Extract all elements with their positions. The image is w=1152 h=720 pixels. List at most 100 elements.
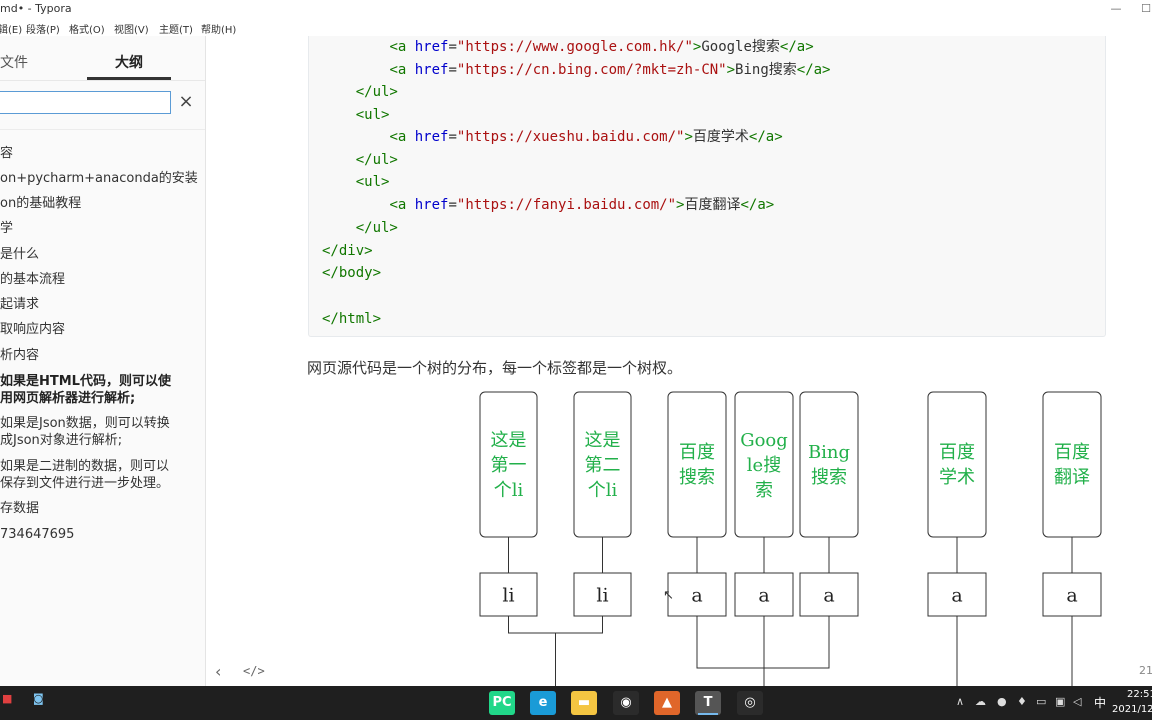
outline-item[interactable]: 容 (0, 145, 13, 162)
text-node-label: 学术 (939, 467, 975, 488)
battery-icon[interactable]: ▭ (1036, 695, 1046, 708)
outline-item[interactable]: 用网页解析器进行解析; (0, 390, 135, 407)
outline-item[interactable]: on+pycharm+anaconda的安装 (0, 170, 198, 187)
word-count[interactable]: 21 (1139, 664, 1152, 677)
text-node-label: 这是 (585, 430, 621, 451)
text-node-label: 个li (494, 480, 524, 501)
ime-indicator[interactable]: 中 (1094, 694, 1106, 711)
outline-item[interactable]: 学 (0, 220, 13, 237)
taskbar-app-obs[interactable]: ◎ (737, 691, 763, 715)
close-icon[interactable]: × (177, 92, 195, 112)
outline-item[interactable]: 保存到文件进行进一步处理。 (0, 475, 169, 492)
outline-item[interactable]: 734647695 (0, 526, 74, 543)
text-node-label: 搜索 (811, 467, 847, 488)
text-node-label: Goog (740, 430, 788, 451)
network-icon[interactable]: ▣ (1055, 695, 1065, 708)
mouse-cursor-icon: ↖ (663, 588, 674, 603)
qq-icon: ◉ (620, 695, 632, 710)
tab-outline[interactable]: 大纲 (115, 52, 143, 72)
menu-paragraph[interactable]: 段落(P) (26, 21, 60, 36)
text-node-label: Bing (808, 442, 850, 463)
active-app-indicator (698, 713, 718, 715)
active-tab-indicator (87, 77, 171, 80)
text-node-label: 百度 (939, 442, 975, 463)
tree-edge (508, 616, 603, 634)
maximize-button[interactable]: ☐ (1134, 0, 1152, 20)
menu-format[interactable]: 格式(O) (69, 21, 105, 36)
tabs-divider (0, 80, 205, 81)
menu-bar: 辑(E) 段落(P) 格式(O) 视图(V) 主题(T) 帮助(H) (0, 20, 1152, 36)
text-node-box (1042, 391, 1102, 538)
clock-time[interactable]: 22:51 (1127, 689, 1152, 700)
toggle-sidebar-icon[interactable]: ‹ (215, 662, 221, 681)
matlab-icon: ▲ (662, 695, 672, 710)
outline-search-box[interactable] (0, 91, 171, 114)
window-title: md• - Typora (0, 2, 72, 15)
taskbar-app-file-explorer[interactable]: ▬ (571, 691, 597, 715)
sidebar: 文件 大纲 × 容 on+pycharm+anaconda的安装 on的基础教程学是… (0, 36, 206, 686)
text-node-label: 百度 (1054, 442, 1090, 463)
tag-node-label: a (823, 585, 834, 607)
text-node-box (667, 391, 727, 538)
outline-item[interactable]: 成Json对象进行解析; (0, 432, 122, 449)
editor-area: <a href="https://www.google.com.hk/">Goo… (207, 36, 1152, 686)
security-icon[interactable]: ♦ (1017, 695, 1027, 708)
outline-item[interactable]: 是什么 (0, 246, 39, 263)
outline-item[interactable]: 如果是二进制的数据，则可以 (0, 458, 169, 475)
cloud-icon[interactable]: ☁ (975, 695, 986, 708)
tag-node-label: a (1066, 585, 1077, 607)
pycharm-icon: PC (492, 695, 512, 710)
typora-icon: T (703, 695, 713, 710)
minimize-button[interactable]: — (1104, 0, 1128, 20)
outline-item[interactable]: 的基本流程 (0, 271, 65, 288)
title-bar: md• - Typora — ☐ (0, 0, 1152, 20)
outline-search-input[interactable] (0, 92, 170, 114)
taskbar-app-qq[interactable]: ◉ (613, 691, 639, 715)
clock-date[interactable]: 2021/12 (1112, 704, 1152, 715)
taskbar: ■ ◙ PC e ▬ ◉ ▲ T ◎ ∧ ☁ ● ♦ ▭ ▣ ◁ 中 22:51 2021/… (0, 686, 1152, 720)
file-explorer-icon: ▬ (577, 695, 591, 710)
edge-icon: e (538, 695, 548, 710)
chevron-up-icon[interactable]: ∧ (956, 695, 964, 708)
outline-item[interactable]: 如果是HTML代码，则可以使 (0, 373, 171, 390)
tree-diagram: 这是第一个li li 这是第二个li li 百度搜索 a Goog le搜索 a Bing 搜索 a 百… (479, 391, 1102, 686)
outline-item[interactable]: on的基础教程 (0, 195, 81, 212)
microphone-icon[interactable]: ● (997, 695, 1007, 708)
menu-theme[interactable]: 主题(T) (159, 21, 193, 36)
taskbar-app-edge[interactable]: e (530, 691, 556, 715)
text-node-label: 索 (755, 480, 773, 501)
text-node-label: 搜索 (679, 467, 715, 488)
text-node-label: 第一 (491, 455, 527, 476)
tag-node-label: a (758, 585, 769, 607)
menu-view[interactable]: 视图(V) (114, 21, 149, 36)
taskbar-app-pycharm[interactable]: PC (489, 691, 515, 715)
text-node-label: le搜 (747, 455, 781, 476)
outline-item[interactable]: 析内容 (0, 347, 39, 364)
sidebar-divider (0, 129, 205, 130)
text-node-label: 第二 (585, 455, 621, 476)
tray-app-icon[interactable]: ■ (2, 692, 12, 705)
text-node-label: 这是 (491, 430, 527, 451)
menu-edit[interactable]: 辑(E) (0, 21, 22, 36)
obs-icon: ◎ (744, 695, 756, 710)
tag-node-label: a (691, 585, 702, 607)
volume-icon[interactable]: ◁ (1073, 695, 1081, 708)
text-node-box (799, 391, 859, 538)
outline-item[interactable]: 如果是Json数据，则可以转换 (0, 415, 170, 432)
outline-item[interactable]: 取响应内容 (0, 321, 65, 338)
tab-files[interactable]: 文件 (0, 52, 28, 72)
text-node-label: 翻译 (1054, 467, 1090, 488)
tray-app-icon-2[interactable]: ◙ (33, 692, 44, 705)
tree-edge (696, 616, 830, 669)
outline-item[interactable]: 存数据 (0, 500, 39, 517)
taskbar-app-typora[interactable]: T (695, 691, 721, 715)
tag-node-label: a (951, 585, 962, 607)
taskbar-app-matlab[interactable]: ▲ (654, 691, 680, 715)
text-node-box (927, 391, 987, 538)
tag-node-label: li (502, 585, 514, 607)
menu-help[interactable]: 帮助(H) (201, 21, 236, 36)
text-node-label: 个li (588, 480, 618, 501)
outline-item[interactable]: 起请求 (0, 296, 39, 313)
text-node-label: 百度 (679, 442, 715, 463)
source-code-icon[interactable]: </> (243, 664, 265, 678)
